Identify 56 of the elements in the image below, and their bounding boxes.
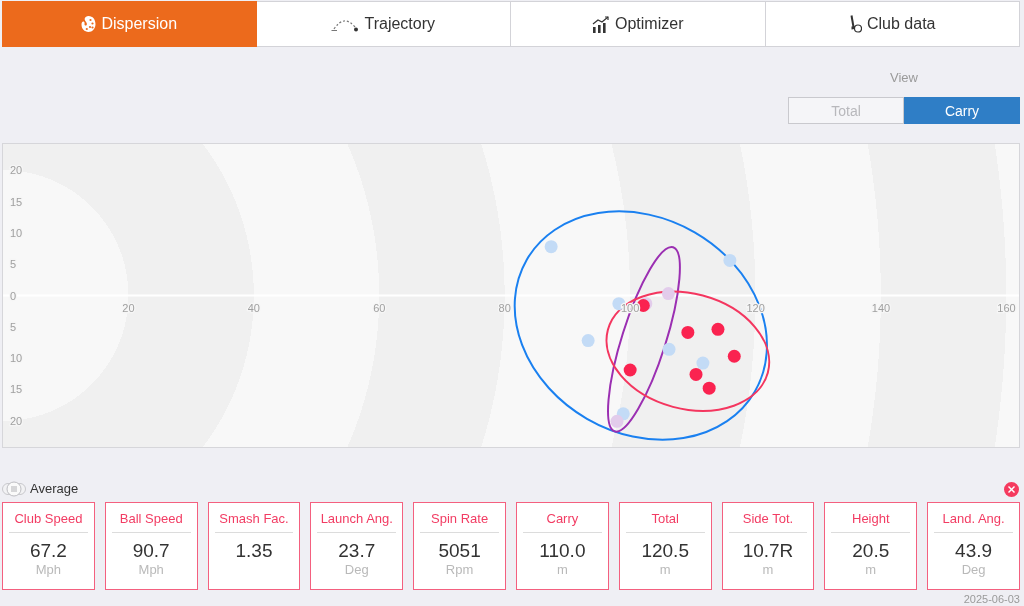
axis-tick-label: 10 — [10, 352, 23, 365]
golf-club-icon — [849, 15, 862, 33]
metric-unit: Deg — [344, 562, 369, 578]
metric-unit: Mph — [138, 562, 164, 578]
axis-tick-label: 80 — [498, 301, 511, 314]
metric-value: 20.5 — [852, 541, 890, 561]
axis-tick-label: 5 — [10, 320, 17, 333]
axis-tick-label: 20 — [10, 164, 23, 177]
close-button[interactable] — [1004, 481, 1019, 497]
tab[interactable]: Trajectory — [256, 1, 511, 47]
stacked-circles-icon — [2, 481, 26, 497]
axis-tick-label: 40 — [247, 301, 260, 314]
metric-unit: Rpm — [445, 562, 474, 578]
bar-chart-icon — [592, 15, 610, 33]
axis-tick-label: 15 — [10, 195, 23, 208]
axis-tick-label: 20 — [122, 301, 135, 314]
metric-value: 120.5 — [641, 541, 689, 561]
axis-tick-label: 5 — [10, 258, 17, 271]
metric-title: Smash Fac. — [219, 511, 289, 527]
axis-tick-label: 0 — [10, 289, 17, 302]
metric-unit: Deg — [961, 562, 986, 578]
metric-value: 5051 — [438, 541, 481, 561]
metric-unit: m — [659, 562, 671, 578]
average-label: Average — [30, 481, 79, 497]
tab[interactable]: Optimizer — [511, 1, 766, 47]
metric-value: 110.0 — [539, 541, 586, 561]
metric-value: 23.7 — [338, 541, 376, 561]
metric-title: Height — [852, 511, 890, 527]
metric-unit: Mph — [35, 562, 62, 578]
metric-title: Spin Rate — [431, 511, 489, 527]
metric-value: 43.9 — [955, 541, 993, 561]
metric-value: 1.35 — [235, 541, 273, 561]
metric-title: Club Speed — [14, 511, 83, 527]
metric-title: Launch Ang. — [320, 511, 393, 527]
metric-title: Side Tot. — [742, 511, 794, 527]
axis-tick-label: 15 — [10, 383, 23, 396]
axis-tick-label: 20 — [10, 414, 23, 427]
metric-value: 67.2 — [29, 541, 67, 561]
axis-tick-label: 140 — [871, 301, 891, 314]
metric-title: Carry — [546, 511, 579, 527]
axis-tick-label: 10 — [10, 226, 23, 239]
metric-title: Land. Ang. — [942, 511, 1005, 527]
view-label: View — [890, 70, 918, 86]
axis-tick-label: 60 — [373, 301, 386, 314]
axis-tick-label: 160 — [997, 301, 1016, 314]
metric-value: 10.7R — [742, 541, 794, 561]
metric-value: 90.7 — [132, 541, 170, 561]
metric-title: Total — [651, 511, 679, 527]
date-label: 2025-06-03 — [963, 593, 1020, 606]
tab[interactable]: Club data — [765, 1, 1020, 47]
metric-unit: m — [865, 562, 877, 578]
metric-unit: m — [556, 562, 568, 578]
metric-title: Ball Speed — [119, 511, 183, 527]
segment-button[interactable]: Carry — [904, 97, 1020, 124]
metric-unit: m — [762, 562, 774, 578]
close-icon — [1008, 485, 1015, 493]
